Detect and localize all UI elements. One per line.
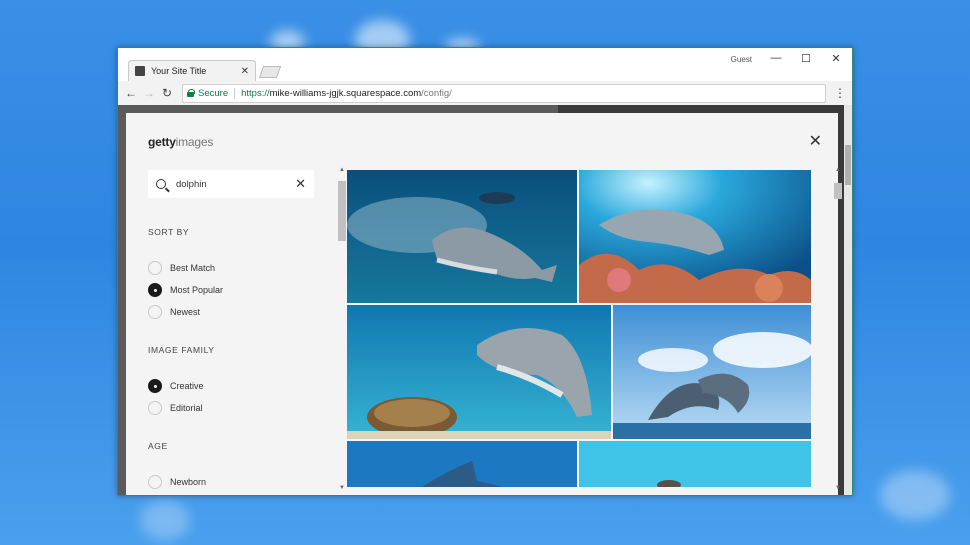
image-family-heading: IMAGE FAMILY (148, 345, 215, 355)
browser-toolbar: ← → ↻ Secure https:// mike-williams-jgjk… (118, 81, 852, 105)
image-result-dolphin-underwater[interactable] (347, 441, 577, 487)
sort-option-newest[interactable]: Newest (148, 305, 200, 319)
image-result-dolphin-shallow-water[interactable] (579, 441, 811, 487)
radio-label: Most Popular (170, 285, 224, 295)
site-favicon-icon (135, 66, 145, 76)
search-value[interactable]: dolphin (176, 179, 295, 190)
age-heading: AGE (148, 441, 168, 451)
desktop-flower (880, 470, 950, 520)
results-scrollbar-thumb[interactable] (834, 183, 842, 199)
results-scrollbar[interactable]: ▲ ▼ (834, 167, 842, 491)
radio-label: Editorial (170, 403, 203, 413)
url-scheme: https:// (241, 87, 270, 99)
back-button[interactable]: ← (122, 86, 140, 100)
family-option-editorial[interactable]: Editorial (148, 401, 203, 415)
reload-button[interactable]: ↻ (158, 86, 176, 100)
radio-button[interactable] (148, 475, 162, 489)
radio-label: Creative (170, 381, 204, 391)
profile-label[interactable]: Guest (731, 55, 752, 64)
desktop-flower (140, 500, 190, 540)
minimize-button[interactable]: — (766, 52, 786, 64)
search-icon (156, 179, 166, 189)
image-result-dolphin-sea-turtle[interactable] (347, 305, 611, 439)
maximize-button[interactable]: ☐ (796, 52, 816, 65)
radio-button[interactable] (148, 261, 162, 275)
dolphin-photo (579, 441, 811, 487)
clear-search-icon[interactable]: ✕ (295, 176, 306, 192)
getty-images-dialog: gettyimages ✕ dolphin ✕ SORT BY Best Mat… (126, 113, 842, 495)
tab-close-icon[interactable]: ✕ (241, 66, 249, 77)
sort-option-best-match[interactable]: Best Match (148, 261, 215, 275)
filters-scrollbar-thumb[interactable] (338, 181, 346, 241)
radio-button-selected[interactable] (148, 379, 162, 393)
radio-button-selected[interactable] (148, 283, 162, 297)
radio-label: Newborn (170, 477, 207, 487)
divider (234, 87, 236, 99)
window-close-button[interactable]: ✕ (826, 52, 846, 65)
radio-label: Newest (170, 307, 201, 317)
browser-tab[interactable]: Your Site Title ✕ (128, 60, 256, 81)
logo-getty: getty (148, 135, 176, 149)
lock-icon (187, 89, 195, 97)
browser-window: Your Site Title ✕ Guest — ☐ ✕ ← → ↻ Secu… (117, 47, 853, 496)
sort-by-heading: SORT BY (148, 227, 190, 237)
address-bar[interactable]: Secure https:// mike-williams-jgjk.squar… (182, 83, 826, 103)
image-results-grid (347, 170, 811, 487)
radio-button[interactable] (148, 305, 162, 319)
age-option-newborn[interactable]: Newborn (148, 475, 206, 489)
dolphin-photo (613, 305, 811, 439)
page-scrollbar-thumb[interactable] (845, 145, 851, 185)
url-host: mike-williams-jgjk.squarespace.com (269, 87, 422, 99)
dolphin-photo (347, 170, 577, 303)
dolphin-photo (579, 170, 811, 303)
page-scrollbar[interactable] (844, 105, 852, 495)
logo-images: images (175, 135, 214, 149)
new-tab-button[interactable] (258, 66, 282, 78)
family-option-creative[interactable]: Creative (148, 379, 204, 393)
forward-button[interactable]: → (140, 86, 158, 100)
radio-button[interactable] (148, 401, 162, 415)
scroll-up-arrow-icon[interactable]: ▲ (835, 167, 841, 173)
sort-option-most-popular[interactable]: Most Popular (148, 283, 223, 297)
search-input[interactable]: dolphin ✕ (148, 170, 314, 198)
secure-label: Secure (198, 87, 229, 99)
title-bar: Your Site Title ✕ Guest — ☐ ✕ (118, 48, 852, 81)
browser-menu-button[interactable]: ⋮ (834, 86, 846, 100)
filters-scrollbar[interactable]: ▲ ▼ (338, 167, 346, 491)
getty-images-logo: gettyimages (148, 135, 213, 149)
radio-label: Best Match (170, 263, 216, 273)
image-result-dolphins-jumping[interactable] (613, 305, 811, 439)
dolphin-photo (347, 305, 611, 439)
dialog-close-button[interactable]: ✕ (809, 131, 822, 151)
image-result-dolphin-fish-school[interactable] (347, 170, 577, 303)
scroll-down-arrow-icon[interactable]: ▼ (835, 485, 841, 491)
scroll-down-arrow-icon[interactable]: ▼ (339, 485, 345, 491)
url-path: /config/ (421, 87, 452, 99)
scroll-up-arrow-icon[interactable]: ▲ (339, 167, 345, 173)
page-content: gettyimages ✕ dolphin ✕ SORT BY Best Mat… (118, 105, 852, 495)
image-result-dolphin-coral-reef[interactable] (579, 170, 811, 303)
dolphin-photo (347, 441, 577, 487)
tab-title: Your Site Title (151, 66, 207, 76)
